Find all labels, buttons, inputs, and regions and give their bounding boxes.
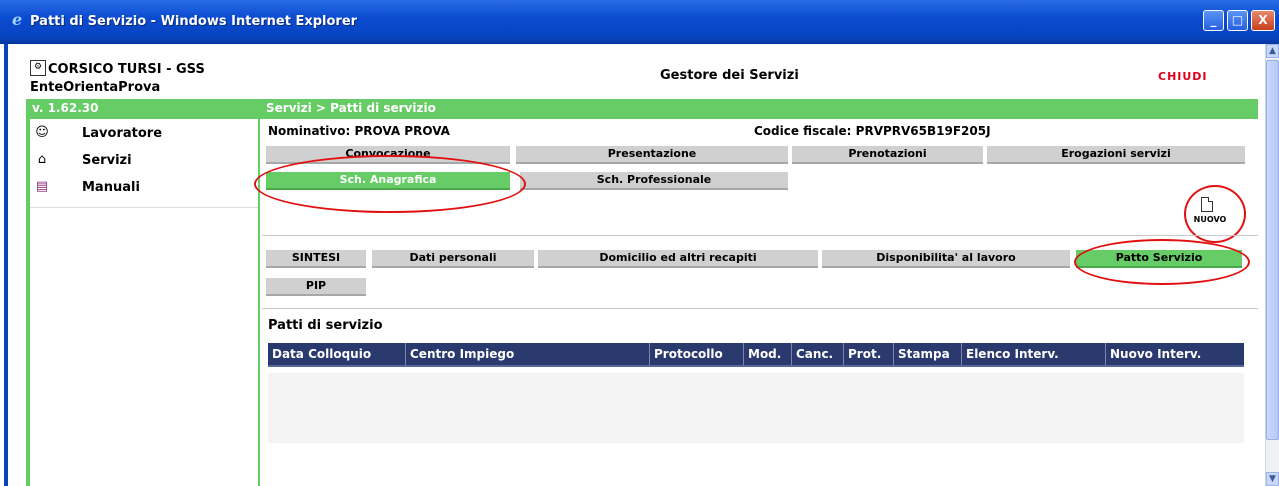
sidebar: ☺ Lavoratore ⌂ Servizi ▤ Manuali [26, 119, 260, 486]
column-header[interactable]: Prot. [844, 343, 894, 365]
column-header[interactable]: Mod. [744, 343, 792, 365]
subtab-patto-servizio[interactable]: Patto Servizio [1076, 250, 1242, 268]
app-header: ⚙ CORSICO TURSI - GSS EnteOrientaProva G… [26, 56, 1258, 98]
tab-convocazione[interactable]: Convocazione [266, 146, 510, 164]
sidebar-menu: ☺ Lavoratore ⌂ Servizi ▤ Manuali [30, 119, 258, 208]
tab-erogazioni-servizi[interactable]: Erogazioni servizi [987, 146, 1245, 164]
version-label: v. 1.62.30 [32, 101, 99, 115]
new-document-icon [1201, 197, 1213, 212]
maximize-button[interactable]: □ [1227, 10, 1248, 31]
status-bar: v. 1.62.30 Servizi > Patti di servizio [26, 99, 1258, 119]
organization-name: CORSICO TURSI - GSS [48, 62, 205, 77]
subtab-sintesi[interactable]: SINTESI [266, 250, 366, 268]
close-window-button[interactable]: X [1251, 10, 1275, 31]
main-content: Nominativo: PROVA PROVA Codice fiscale: … [254, 119, 1258, 486]
tab-prenotazioni[interactable]: Prenotazioni [792, 146, 983, 164]
divider [262, 235, 1258, 236]
sidebar-item-servizi[interactable]: ⌂ Servizi [30, 150, 256, 174]
window-titlebar[interactable]: e Patti di Servizio - Windows Internet E… [0, 0, 1279, 44]
entity-name: EnteOrientaProva [30, 80, 161, 95]
subtab-dati-personali[interactable]: Dati personali [372, 250, 534, 268]
organization-icon: ⚙ [30, 60, 46, 76]
patti-section-title: Patti di servizio [268, 318, 383, 333]
column-header[interactable]: Protocollo [650, 343, 744, 365]
sidebar-item-manuali[interactable]: ▤ Manuali [30, 177, 256, 201]
column-header[interactable]: Centro Impiego [406, 343, 650, 365]
column-header[interactable]: Elenco Interv. [962, 343, 1106, 365]
patti-table-body [268, 373, 1244, 443]
subtab-pip[interactable]: PIP [266, 278, 366, 296]
tab-sch-anagrafica[interactable]: Sch. Anagrafica [266, 172, 510, 190]
column-header[interactable]: Stampa [894, 343, 962, 365]
tab-presentazione[interactable]: Presentazione [516, 146, 788, 164]
sidebar-item-label: Lavoratore [82, 126, 163, 141]
column-header[interactable]: Data Colloquio [268, 343, 406, 365]
internet-explorer-icon: e [12, 10, 23, 29]
new-button-label: NUOVO [1193, 215, 1227, 224]
close-session-link[interactable]: CHIUDI [1158, 70, 1208, 83]
house-icon: ⌂ [37, 152, 47, 167]
subtab-disponibilita[interactable]: Disponibilita' al lavoro [822, 250, 1070, 268]
scroll-up-icon[interactable]: ▲ [1266, 44, 1279, 58]
breadcrumb: Servizi > Patti di servizio [266, 101, 436, 115]
minimize-button[interactable]: _ [1203, 10, 1224, 31]
new-button[interactable]: NUOVO [1188, 195, 1230, 235]
worker-icon: ☺ [35, 125, 49, 140]
scroll-down-icon[interactable]: ▼ [1266, 472, 1279, 486]
scroll-thumb[interactable] [1266, 60, 1279, 440]
patti-table-header: Data Colloquio Centro Impiego Protocollo… [268, 343, 1244, 367]
tab-sch-professionale[interactable]: Sch. Professionale [520, 172, 788, 190]
column-header[interactable]: Canc. [792, 343, 844, 365]
vertical-scrollbar[interactable]: ▲ ▼ [1265, 44, 1279, 486]
subtab-domicilio[interactable]: Domicilio ed altri recapiti [538, 250, 818, 268]
sidebar-item-label: Manuali [82, 180, 140, 195]
sidebar-item-lavoratore[interactable]: ☺ Lavoratore [30, 123, 256, 147]
window-title: Patti di Servizio - Windows Internet Exp… [30, 14, 358, 29]
divider [262, 308, 1258, 309]
column-header[interactable]: Nuovo Interv. [1106, 343, 1244, 365]
app-title: Gestore dei Servizi [660, 68, 799, 83]
sidebar-item-label: Servizi [82, 153, 132, 168]
books-icon: ▤ [35, 179, 49, 194]
codice-fiscale-label: Codice fiscale: PRVPRV65B19F205J [754, 124, 991, 138]
nominativo-label: Nominativo: PROVA PROVA [268, 124, 450, 138]
